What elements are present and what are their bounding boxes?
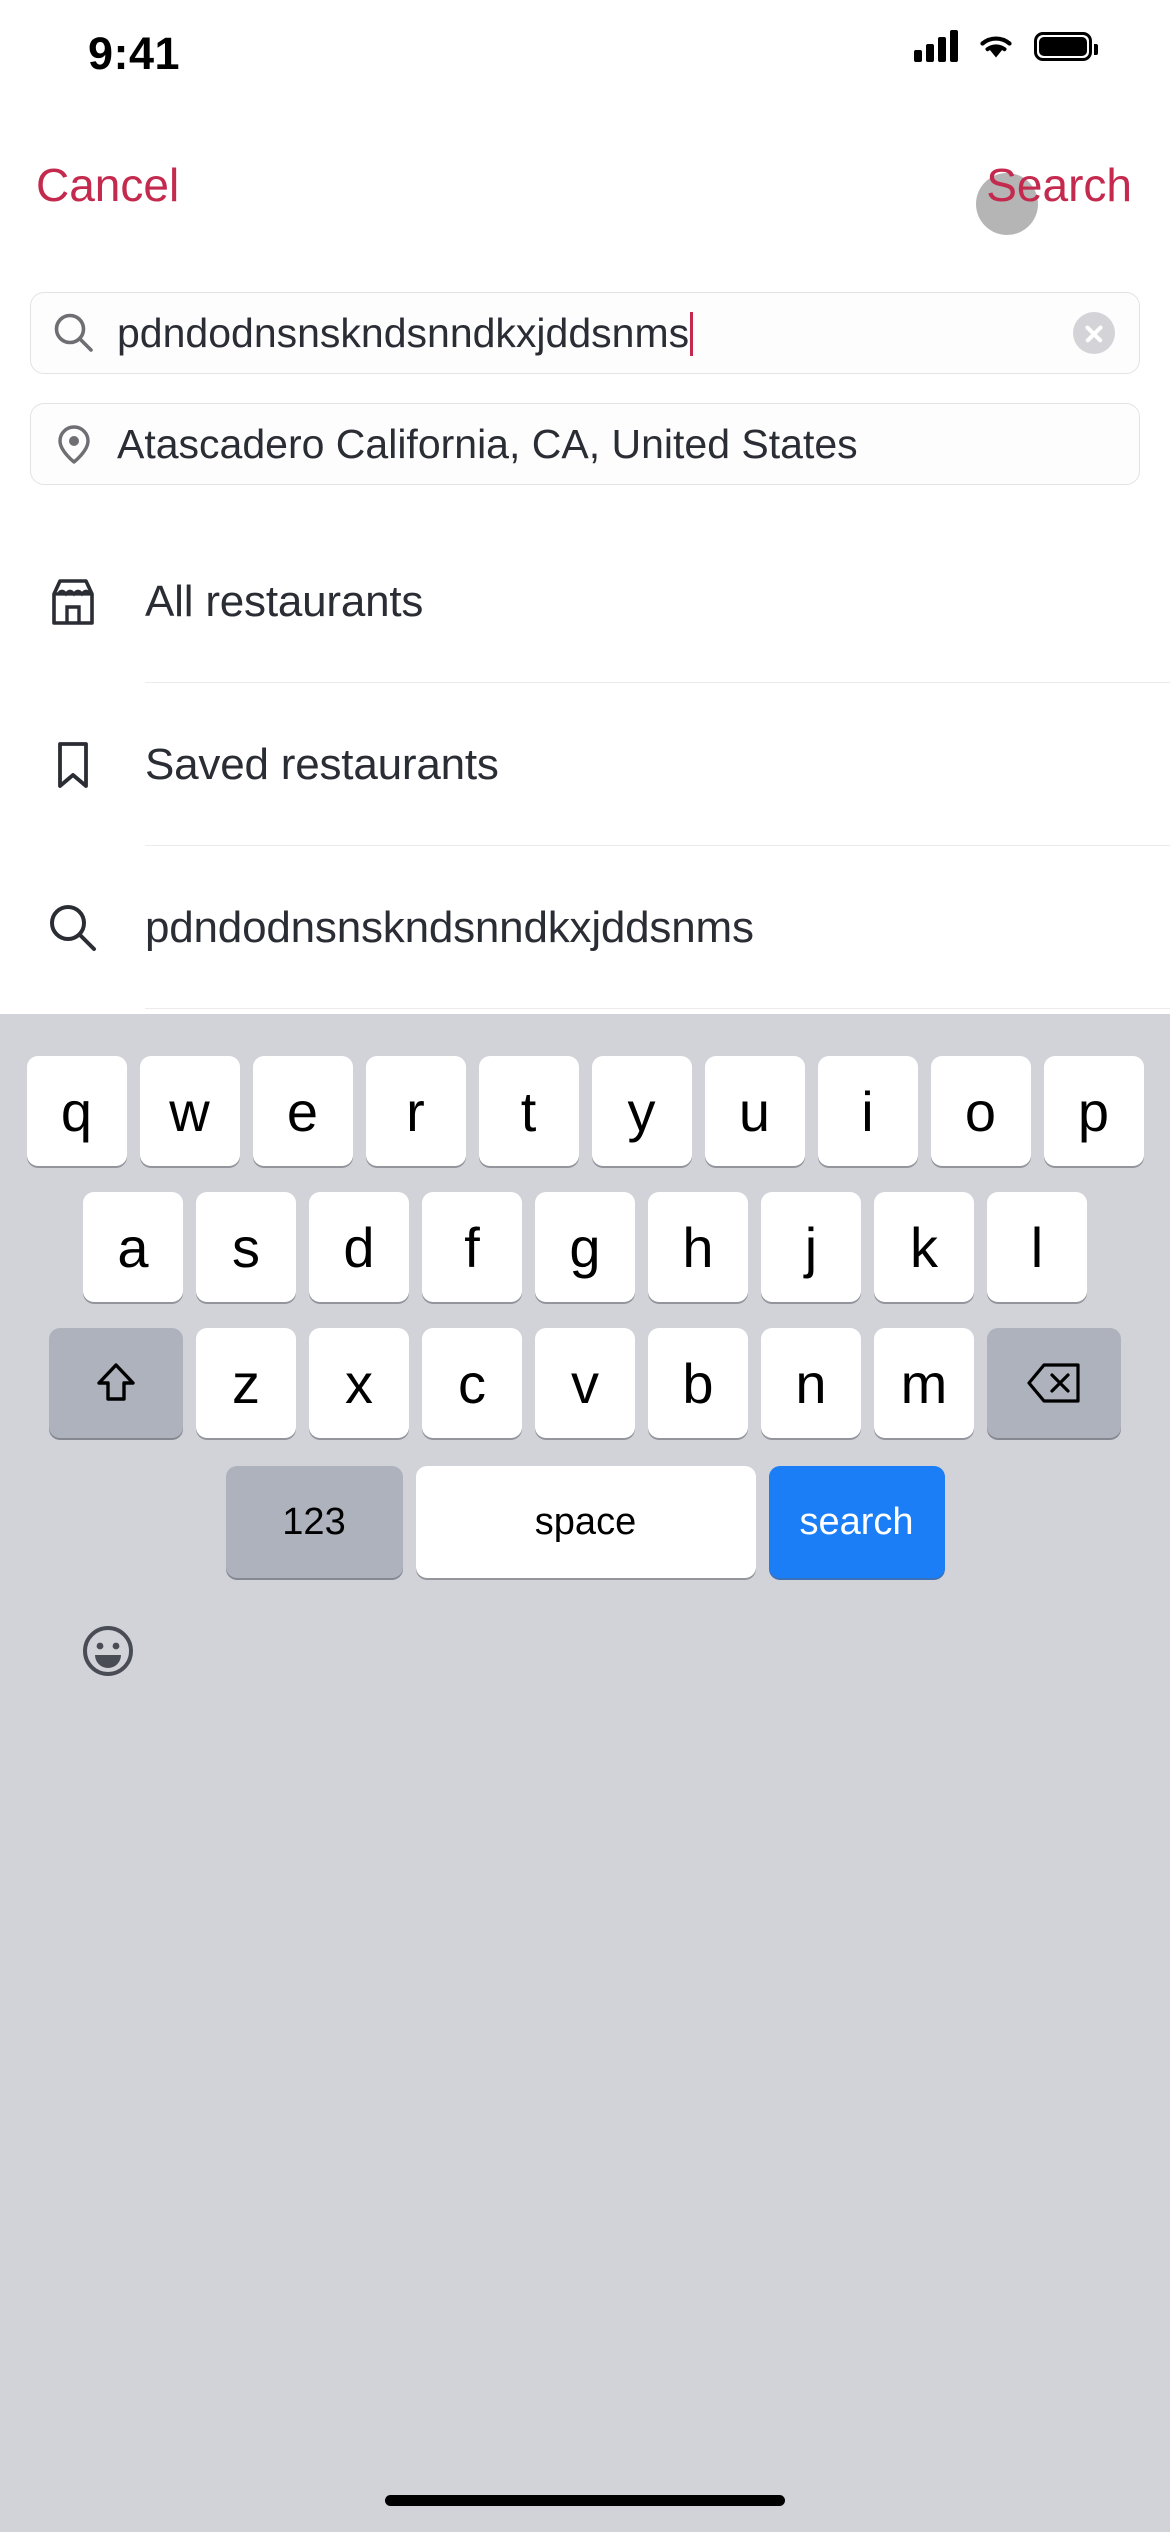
numbers-key[interactable]: 123 [225,1466,403,1578]
home-indicator-bar [385,2495,785,2506]
keyboard-row-2: a s d f g h j k l [0,1192,1170,1302]
key-c[interactable]: c [422,1328,522,1438]
clear-circle-icon [1073,312,1115,354]
key-p[interactable]: p [1043,1056,1144,1166]
key-q[interactable]: q [26,1056,127,1166]
text-caret [690,312,694,356]
key-k[interactable]: k [874,1192,974,1302]
location-input-value[interactable]: Atascadero California, CA, United States [117,403,1139,485]
search-input-field[interactable]: pdndodnsnskndsnndkxjddsnms [30,292,1140,374]
search-input-value: pdndodnsnskndsnndkxjddsnms [117,310,690,356]
key-w[interactable]: w [139,1056,240,1166]
key-j[interactable]: j [761,1192,861,1302]
search-return-key[interactable]: search [768,1466,945,1578]
search-icon [31,310,117,356]
key-f[interactable]: f [422,1192,522,1302]
list-item-label: All restaurants [145,576,424,626]
location-pin-icon [31,421,117,467]
key-h[interactable]: h [648,1192,748,1302]
key-o[interactable]: o [930,1056,1031,1166]
list-item-label: pdndodnsnskndsnndkxjddsnms [145,902,754,952]
key-s[interactable]: s [196,1192,296,1302]
keyboard-row-3: z x c v b n m [0,1328,1170,1438]
battery-full-icon [1034,31,1098,61]
keyboard-row-4: 123 space search [0,1466,1170,1578]
suggestion-list: All restaurants Saved restaurants pdndod… [0,520,1170,1009]
list-separator [145,1007,1170,1009]
list-item[interactable]: All restaurants [0,520,1170,683]
shift-key[interactable] [49,1328,183,1438]
search-screen: 9:41 Cancel Search pdndodnsnskndsnndkxjd… [0,0,1170,2532]
key-a[interactable]: a [83,1192,183,1302]
key-n[interactable]: n [761,1328,861,1438]
key-z[interactable]: z [196,1328,296,1438]
cancel-button[interactable]: Cancel [36,155,179,215]
search-button-container: Search [976,155,1132,235]
key-g[interactable]: g [535,1192,635,1302]
keyboard-utility-row [0,1578,1170,1728]
space-key[interactable]: space [415,1466,756,1578]
search-input-text[interactable]: pdndodnsnskndsnndkxjddsnms [117,292,1049,374]
keyboard-row-1: q w e r t y u i o p [0,1056,1170,1166]
emoji-smiley-icon [83,1625,133,1676]
key-u[interactable]: u [704,1056,805,1166]
key-d[interactable]: d [309,1192,409,1302]
search-icon [0,900,145,956]
key-i[interactable]: i [817,1056,918,1166]
backspace-key[interactable] [987,1328,1121,1438]
location-input-field[interactable]: Atascadero California, CA, United States [30,403,1140,485]
status-bar-indicators [914,30,1098,62]
key-r[interactable]: r [365,1056,466,1166]
storefront-icon [0,574,145,630]
key-t[interactable]: t [478,1056,579,1166]
key-v[interactable]: v [535,1328,635,1438]
cellular-signal-icon [914,30,958,62]
status-bar: 9:41 [0,0,1170,116]
list-item[interactable]: Saved restaurants [0,683,1170,846]
shift-arrow-icon [97,1363,135,1401]
clear-search-button[interactable] [1049,312,1139,354]
wifi-icon [980,36,1012,58]
status-bar-time: 9:41 [88,28,181,79]
key-l[interactable]: l [987,1192,1087,1302]
emoji-key[interactable] [78,1621,138,1686]
search-button[interactable]: Search [986,155,1132,215]
on-screen-keyboard: q w e r t y u i o p a s d f g h j k l z … [0,1014,1170,2532]
bookmark-icon [0,737,145,793]
list-item-label: Saved restaurants [145,739,499,789]
navigation-bar: Cancel Search [0,155,1170,235]
key-m[interactable]: m [874,1328,974,1438]
key-y[interactable]: y [591,1056,692,1166]
list-item[interactable]: pdndodnsnskndsnndkxjddsnms [0,846,1170,1009]
key-b[interactable]: b [648,1328,748,1438]
key-e[interactable]: e [252,1056,353,1166]
backspace-delete-icon [1027,1363,1080,1403]
key-x[interactable]: x [309,1328,409,1438]
